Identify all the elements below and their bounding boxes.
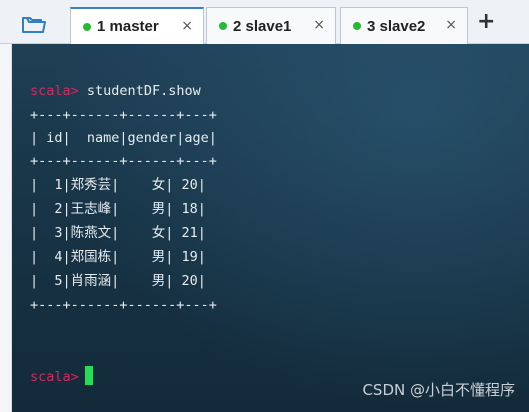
table-row: | 2|王志峰| 男| 18| [30,201,206,217]
terminal-view[interactable]: scala> studentDF.show +---+------+------… [12,44,529,412]
prompt: scala> [30,369,79,385]
prompt: scala> [30,83,79,99]
close-icon[interactable]: × [445,17,457,33]
status-dot-icon [353,22,361,30]
table-row: | 5|肖雨涵| 男| 20| [30,273,206,289]
side-panel-edge [0,44,12,412]
table-border-line: +---+------+------+---+ [30,153,217,169]
table-border-line: +---+------+------+---+ [30,107,217,123]
tab-3-slave2[interactable]: 3 slave2 × [340,7,468,44]
watermark: CSDN @小白不懂程序 [362,381,515,399]
table-row: | 3|陈燕文| 女| 21| [30,225,206,241]
command-line: scala> studentDF.show [30,80,201,102]
command-text: studentDF.show [86,83,201,99]
input-line[interactable]: scala> [30,366,93,388]
table-border-line: +---+------+------+---+ [30,297,217,313]
folder-icon [22,17,46,33]
close-icon[interactable]: × [313,17,325,33]
open-folder-button[interactable] [14,9,54,39]
add-tab-button[interactable]: + [477,11,495,33]
status-dot-icon [219,22,227,30]
tab-bar: 1 master × 2 slave1 × 3 slave2 × + [0,0,529,44]
tab-label: 3 slave2 [367,17,426,35]
tab-label: 1 master [97,18,159,35]
text-cursor [84,366,93,385]
tab-2-slave1[interactable]: 2 slave1 × [206,7,336,44]
close-icon[interactable]: × [181,18,193,34]
table-row: | 1|郑秀芸| 女| 20| [30,177,206,193]
status-dot-icon [83,22,91,31]
tab-label: 2 slave1 [233,17,292,35]
table-row: | 4|郑国栋| 男| 19| [30,249,206,265]
tab-1-master[interactable]: 1 master × [70,7,204,44]
table-header-line: | id| name|gender|age| [30,130,217,146]
